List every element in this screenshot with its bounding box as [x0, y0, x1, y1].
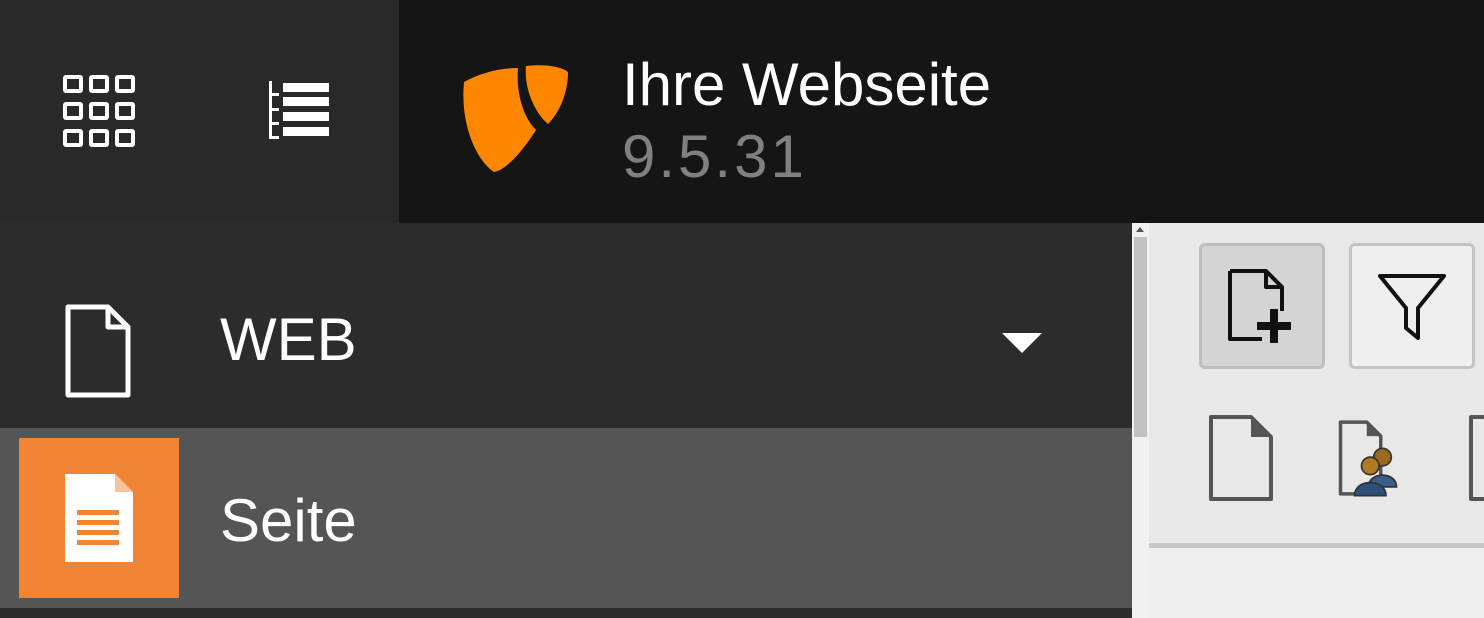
- doc-header: [1149, 223, 1484, 543]
- grid-icon: [63, 75, 135, 147]
- new-page-icon: [1228, 269, 1291, 343]
- topbar-left: [0, 0, 399, 223]
- backend-user-section-icon[interactable]: [1337, 413, 1407, 503]
- module-menu: WEB Seite: [0, 223, 1132, 618]
- page-icon[interactable]: [1467, 413, 1484, 503]
- page-tree-toggle-button[interactable]: [250, 62, 348, 160]
- standard-page-icon[interactable]: [1207, 413, 1277, 503]
- filter-icon: [1378, 274, 1446, 340]
- page-document-icon: [65, 474, 133, 562]
- scroll-up-icon[interactable]: [1136, 227, 1144, 232]
- module-menu-toggle-button[interactable]: [50, 62, 148, 160]
- doc-header-divider: [1149, 543, 1484, 548]
- site-title: Ihre Webseite: [622, 51, 992, 118]
- module-icon-box: [19, 438, 179, 598]
- typo3-backend: Ihre Webseite 9.5.31 WEB Seite: [0, 0, 1484, 618]
- module-group-label: WEB: [220, 306, 357, 373]
- content-area: [1149, 223, 1484, 618]
- filter-button[interactable]: [1349, 243, 1475, 369]
- module-group-web[interactable]: WEB: [0, 223, 1132, 428]
- new-page-button[interactable]: [1199, 243, 1325, 369]
- caret-down-icon: [1002, 333, 1042, 353]
- page-tree-icon: [269, 81, 329, 139]
- page-outline-icon: [65, 304, 131, 398]
- typo3-logo-icon[interactable]: [456, 60, 571, 175]
- site-version: 9.5.31: [622, 123, 807, 190]
- module-item-page[interactable]: Seite: [0, 428, 1132, 608]
- module-item-label: Seite: [220, 487, 357, 554]
- module-menu-scrollbar[interactable]: [1132, 223, 1149, 618]
- scroll-thumb[interactable]: [1134, 237, 1147, 437]
